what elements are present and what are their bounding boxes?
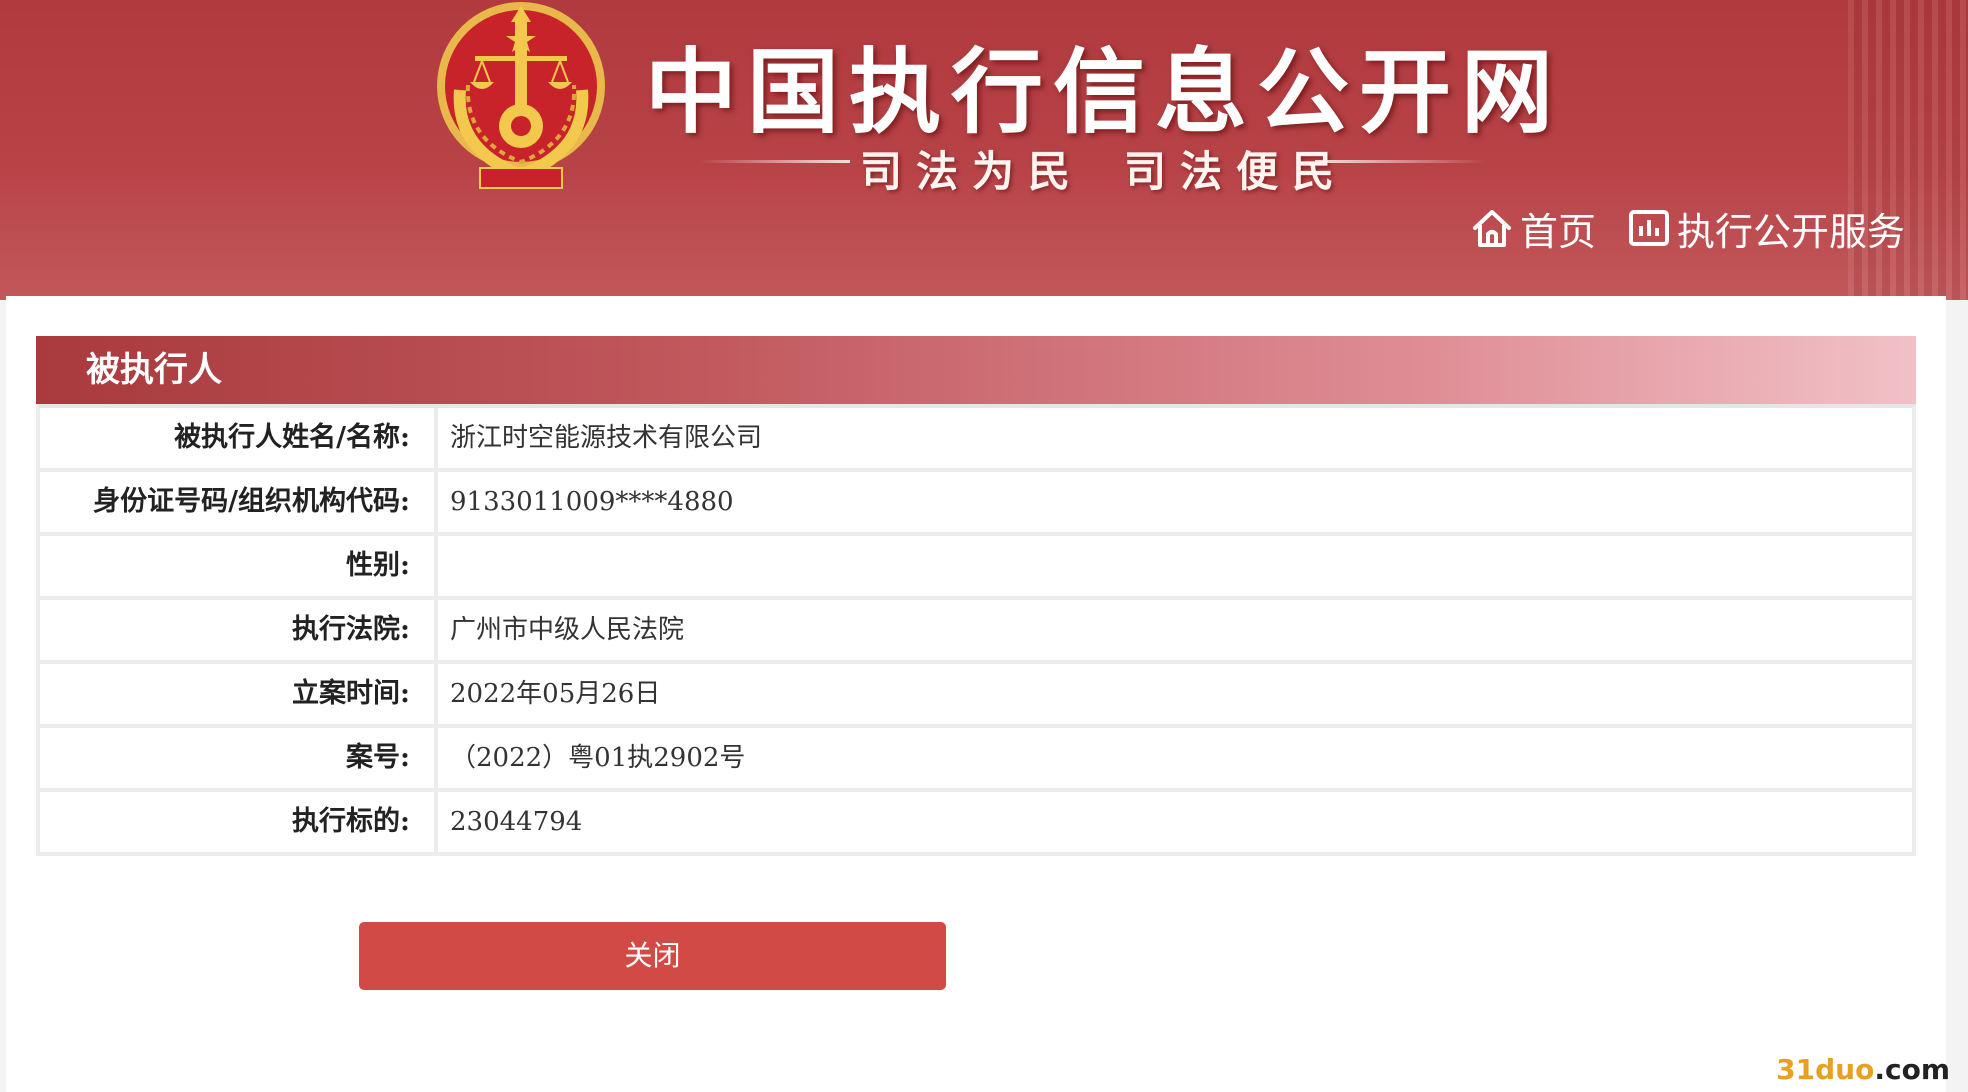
section-title: 被执行人 <box>36 336 1916 404</box>
table-row: 被执行人姓名/名称: 浙江时空能源技术有限公司 <box>40 408 1912 468</box>
slogan-divider-left <box>700 160 850 163</box>
field-label: 身份证号码/组织机构代码: <box>40 472 434 532</box>
nav-service-label: 执行公开服务 <box>1677 209 1906 254</box>
slogan-divider-right <box>1315 160 1485 163</box>
nav-service-link[interactable]: 执行公开服务 <box>1627 203 1906 254</box>
site-header: 中国执行信息公开网 司法为民 司法便民 首页 执行公开服务 <box>0 0 1968 300</box>
field-label: 立案时间: <box>40 664 434 724</box>
close-button[interactable]: 关闭 <box>359 922 946 990</box>
info-table: 被执行人姓名/名称: 浙江时空能源技术有限公司 身份证号码/组织机构代码: 91… <box>36 404 1916 856</box>
watermark-part-a: 31duo <box>1776 1053 1875 1086</box>
field-label: 被执行人姓名/名称: <box>40 408 434 468</box>
slogan-right: 司法便民 <box>1124 147 1349 196</box>
table-row: 案号: （2022）粤01执2902号 <box>40 728 1912 788</box>
field-label: 案号: <box>40 728 434 788</box>
table-row: 性别: <box>40 536 1912 596</box>
nav-home-link[interactable]: 首页 <box>1470 203 1597 254</box>
slogan-left: 司法为民 <box>860 147 1085 196</box>
field-label: 执行标的: <box>40 792 434 852</box>
field-value <box>438 536 1912 596</box>
nav-home-label: 首页 <box>1520 209 1597 254</box>
field-value: 23044794 <box>438 792 1912 852</box>
house-icon <box>1473 210 1511 247</box>
field-label: 性别: <box>40 536 434 596</box>
field-value: 2022年05月26日 <box>438 664 1912 724</box>
site-slogan: 司法为民 司法便民 <box>860 138 1348 199</box>
watermark-part-b: .com <box>1874 1053 1950 1086</box>
court-emblem-icon <box>437 2 605 189</box>
site-title: 中国执行信息公开网 <box>645 39 1564 146</box>
field-value: 浙江时空能源技术有限公司 <box>438 408 1912 468</box>
table-row: 身份证号码/组织机构代码: 9133011009****4880 <box>40 472 1912 532</box>
field-value: 广州市中级人民法院 <box>438 600 1912 660</box>
field-value: 9133011009****4880 <box>438 472 1912 532</box>
chart-panel-icon <box>1629 210 1669 246</box>
table-row: 执行法院: 广州市中级人民法院 <box>40 600 1912 660</box>
field-value: （2022）粤01执2902号 <box>438 728 1912 788</box>
field-label: 执行法院: <box>40 600 434 660</box>
watermark: 31duo.com <box>1776 1053 1950 1086</box>
table-row: 立案时间: 2022年05月26日 <box>40 664 1912 724</box>
table-row: 执行标的: 23044794 <box>40 792 1912 852</box>
